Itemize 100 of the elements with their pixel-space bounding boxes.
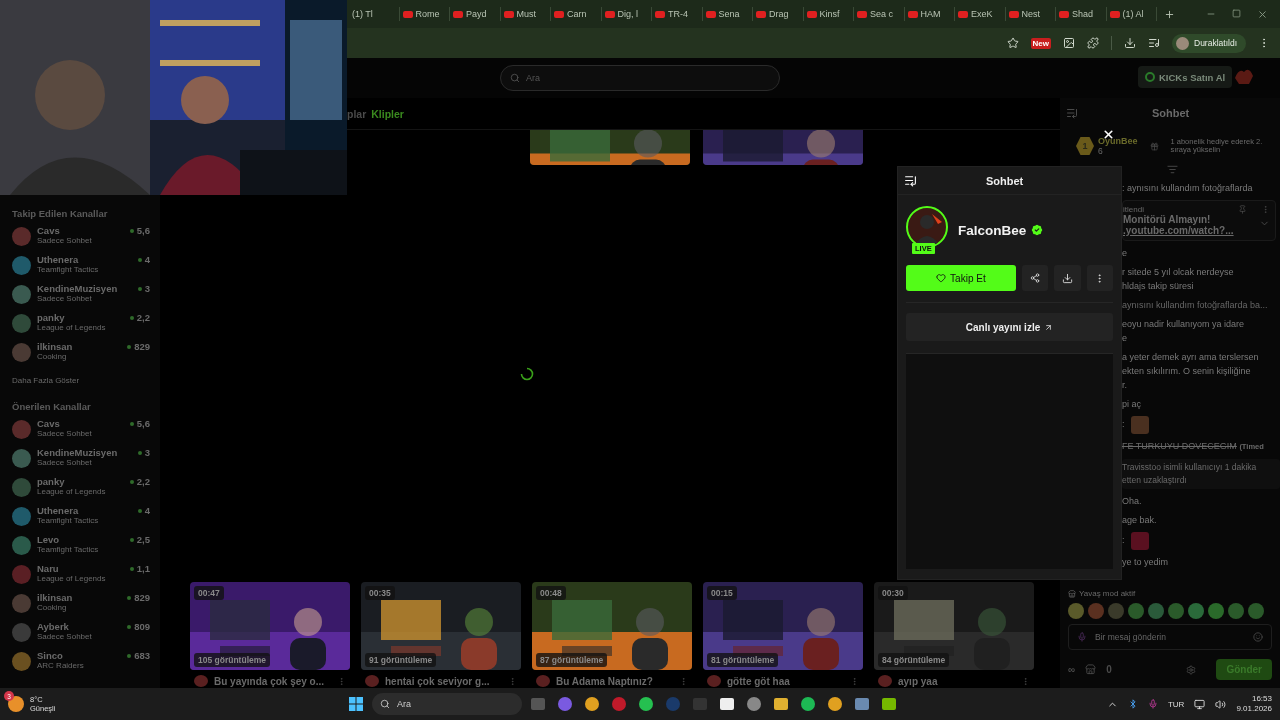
channel-avatar[interactable]: [906, 206, 948, 248]
more-icon[interactable]: [508, 676, 517, 686]
clip-title[interactable]: hentai çok seviyor g...: [385, 675, 502, 687]
close-icon[interactable]: [1257, 8, 1268, 20]
emote-icon[interactable]: [1228, 603, 1244, 619]
taskbar-app-icon[interactable]: [800, 696, 816, 712]
browser-tab[interactable]: Must: [500, 7, 551, 21]
collapse-icon[interactable]: [904, 174, 917, 187]
clip-title[interactable]: Bu yayında çok şey o...: [214, 675, 331, 687]
channel-name[interactable]: ilkinsan: [37, 592, 122, 603]
new-badge[interactable]: New: [1030, 37, 1051, 49]
browser-tab[interactable]: TR-4: [652, 7, 703, 21]
emote-icon[interactable]: [1248, 603, 1264, 619]
filter-icon[interactable]: [1166, 164, 1178, 175]
show-more-link[interactable]: Daha Fazla Göster: [12, 376, 150, 385]
taskbar-app-icon[interactable]: [584, 696, 600, 712]
profile-button[interactable]: Duraklatıldı: [1172, 33, 1246, 53]
channel-name[interactable]: Sinco: [37, 650, 122, 661]
download-icon[interactable]: [1124, 37, 1136, 49]
pin-icon[interactable]: [1237, 205, 1247, 214]
emote-icon[interactable]: [1188, 603, 1204, 619]
more-icon[interactable]: [850, 676, 859, 686]
taskbar-app-icon[interactable]: [827, 696, 843, 712]
channel-tab[interactable]: plar: [347, 107, 367, 120]
emote-icon[interactable]: [1088, 603, 1104, 619]
browser-tab[interactable]: Shad: [1056, 7, 1107, 21]
search-field[interactable]: Ara: [500, 65, 780, 91]
browser-tab[interactable]: (1) Tl: [349, 7, 400, 21]
channel-name[interactable]: KendineMuzisyen: [37, 447, 132, 458]
browser-tab[interactable]: ExeK: [955, 7, 1006, 21]
emote-icon[interactable]: [1168, 603, 1184, 619]
media-list-icon[interactable]: [1148, 37, 1160, 49]
language-indicator[interactable]: TUR: [1167, 699, 1185, 709]
emote-icon[interactable]: [1068, 603, 1084, 619]
browser-tab[interactable]: Dig, l: [601, 7, 652, 21]
download-button[interactable]: [1054, 265, 1081, 291]
browser-tab[interactable]: (1) Al: [1106, 7, 1157, 21]
taskbar-app-icon[interactable]: [719, 696, 735, 712]
bookmark-star-icon[interactable]: [1006, 37, 1019, 49]
clip-title[interactable]: götte göt haa: [727, 675, 844, 687]
channel-name[interactable]: Cavs: [37, 225, 124, 236]
emote-icon[interactable]: [1148, 603, 1164, 619]
browser-tab[interactable]: Drag: [753, 7, 804, 21]
clip-title[interactable]: Bu Adama Naptınız?: [556, 675, 673, 687]
message-input[interactable]: Bir mesaj gönderin: [1068, 624, 1272, 650]
browser-tab[interactable]: Sea c: [854, 7, 905, 21]
emote-icon[interactable]: [1108, 603, 1124, 619]
emote-icon[interactable]: [1128, 603, 1144, 619]
channel-name[interactable]: Uthenera: [37, 505, 132, 516]
channel-name[interactable]: Ayberk: [37, 621, 122, 632]
channel-name[interactable]: panky: [37, 476, 124, 487]
viewer-count: 2,5: [136, 534, 150, 545]
new-tab-icon[interactable]: [1164, 8, 1175, 20]
taskbar-search[interactable]: Ara: [372, 693, 522, 715]
channel-name[interactable]: Uthenera: [37, 254, 132, 265]
avatar-icon: [1176, 36, 1189, 50]
browser-tab[interactable]: Nest: [1005, 7, 1056, 21]
clock[interactable]: 16:53 9.01.2026: [1236, 694, 1272, 714]
more-button[interactable]: [1086, 265, 1113, 291]
taskbar-app-icon[interactable]: [638, 696, 654, 712]
browser-tab[interactable]: Carn: [551, 7, 602, 21]
extensions-icon[interactable]: [1087, 37, 1099, 49]
settings-icon[interactable]: [1186, 664, 1197, 675]
more-icon[interactable]: [679, 676, 688, 686]
microphone-icon[interactable]: [1147, 699, 1158, 709]
more-icon[interactable]: [1021, 676, 1030, 686]
browser-tab[interactable]: Sena: [702, 7, 753, 21]
browser-tab[interactable]: Kinsf: [803, 7, 854, 21]
browser-tab[interactable]: HAM: [904, 7, 955, 21]
watch-live-button[interactable]: Canlı yayını izle: [906, 313, 1113, 341]
kicks-button[interactable]: KICKs Satın Al: [1138, 66, 1233, 88]
bluetooth-icon[interactable]: [1127, 699, 1138, 709]
browser-tab[interactable]: Payd: [450, 7, 501, 21]
image-icon[interactable]: [1063, 37, 1075, 49]
live-dot-icon: [127, 344, 132, 349]
network-icon[interactable]: [1194, 698, 1206, 710]
clip-title[interactable]: ayıp yaa: [898, 675, 1015, 687]
channel-name[interactable]: ilkinsan: [37, 341, 122, 352]
store-icon[interactable]: [1085, 664, 1097, 675]
channel-tab[interactable]: Klipler: [371, 107, 404, 120]
channel-name[interactable]: Cavs: [37, 418, 124, 429]
taskbar-app-icon[interactable]: [773, 696, 789, 712]
emoji-icon[interactable]: [1253, 632, 1263, 642]
pinned-link[interactable]: .youtube.com/watch?...: [1123, 225, 1234, 236]
emote-icon[interactable]: [1208, 603, 1224, 619]
follow-button[interactable]: Takip Et: [906, 265, 1016, 291]
weather-icon[interactable]: [8, 696, 24, 712]
clip-duration: 00:48: [536, 586, 566, 600]
channel-name[interactable]: Levo: [37, 534, 124, 545]
channel-name[interactable]: Naru: [37, 563, 124, 574]
taskbar-app-icon[interactable]: [881, 696, 897, 712]
channel-name[interactable]: KendineMuzisyen: [37, 283, 132, 294]
maximize-icon[interactable]: [1232, 8, 1241, 18]
start-icon[interactable]: [348, 696, 364, 712]
volume-icon[interactable]: [1215, 698, 1227, 710]
share-button[interactable]: [1021, 265, 1049, 291]
gifter-name[interactable]: OyunBee: [1098, 136, 1138, 146]
channel-name[interactable]: panky: [37, 312, 124, 323]
browser-tab[interactable]: Rome: [399, 7, 450, 21]
more-icon[interactable]: [337, 676, 346, 686]
